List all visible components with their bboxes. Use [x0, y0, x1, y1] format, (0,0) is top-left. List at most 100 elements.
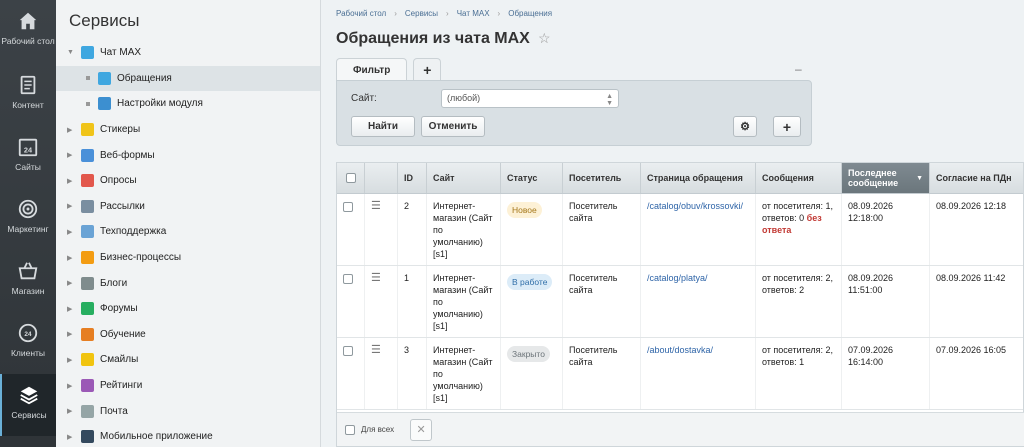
add-filter-button[interactable]: + [773, 116, 801, 137]
chevron-right-icon[interactable]: ▶ [67, 177, 77, 185]
table-row[interactable]: ☰ 3 Интернет-магазин (Сайт по умолчанию) [… [337, 338, 1023, 410]
column-header-visitor[interactable]: Посетитель [563, 163, 641, 193]
sidebar-item-label: Бизнес-процессы [100, 252, 182, 264]
rail-item-services[interactable]: Сервисы [0, 374, 56, 436]
chevron-right-icon[interactable]: ▶ [67, 330, 77, 338]
table-footer: Для всех ✕ [337, 412, 1024, 446]
site-select[interactable]: (любой) ▲ ▼ [441, 89, 619, 108]
breadcrumb-item-requests[interactable]: Обращения [508, 9, 552, 18]
sidebar-item[interactable]: ▶ Обучение [56, 322, 320, 348]
column-header-messages[interactable]: Сообщения [756, 163, 842, 193]
sidebar-item[interactable]: ▼ Чат MAX [56, 40, 320, 66]
cancel-button[interactable]: Отменить [421, 116, 485, 137]
rail-item-content[interactable]: Контент [0, 64, 56, 126]
row-checkbox[interactable] [343, 202, 353, 212]
breadcrumb-item-chat[interactable]: Чат MAX [457, 9, 490, 18]
cell-visitor: Посетитель сайта [563, 266, 641, 337]
breadcrumb-item-services[interactable]: Сервисы [405, 9, 438, 18]
add-tab-button[interactable]: + [413, 58, 442, 81]
sidebar-item[interactable]: ▶ Почта [56, 398, 320, 424]
chevron-right-icon[interactable]: ▶ [67, 279, 77, 287]
column-header-last-message[interactable]: Последнее сообщение ▼ [842, 163, 930, 193]
select-all-checkbox[interactable] [345, 173, 356, 183]
chevron-right-icon[interactable]: ▶ [67, 433, 77, 441]
module-icon [98, 97, 111, 111]
chevron-down-icon[interactable]: ▼ [67, 49, 77, 56]
main-content: Рабочий стол › Сервисы › Чат MAX › Обращ… [322, 0, 1024, 447]
chevron-right-icon[interactable]: ▶ [67, 126, 77, 134]
sidebar-item[interactable]: ▶ Веб-формы [56, 142, 320, 168]
column-header-consent[interactable]: Согласие на ПДн [930, 163, 1023, 193]
sidebar-item-label: Обучение [100, 328, 146, 340]
sidebar-item[interactable]: ▶ Форумы [56, 296, 320, 322]
chevron-right-icon[interactable]: ▶ [67, 228, 77, 236]
table-row[interactable]: ☰ 1 Интернет-магазин (Сайт по умолчанию) [… [337, 266, 1023, 338]
filter-settings-button[interactable]: ⚙ [733, 116, 757, 137]
sidebar-item-label: Стикеры [100, 124, 141, 136]
hamburger-icon[interactable]: ☰ [371, 344, 381, 356]
rail-item-desktop[interactable]: Рабочий стол [0, 0, 56, 64]
column-header-status[interactable]: Статус [501, 163, 563, 193]
filter-panel: Сайт: (любой) ▲ ▼ Найти Отменить ⚙ + [336, 80, 812, 146]
module-icon [81, 404, 94, 418]
rail-item-label: Сервисы [11, 410, 47, 420]
chevron-right-icon[interactable]: ▶ [67, 356, 77, 364]
document-icon [20, 75, 36, 95]
sidebar-item[interactable]: ▶ Мобильное приложение [56, 424, 320, 447]
column-header-page[interactable]: Страница обращения [641, 163, 756, 193]
breadcrumb-item-desktop[interactable]: Рабочий стол [336, 9, 386, 18]
column-header-site[interactable]: Сайт [427, 163, 501, 193]
sidebar-item[interactable]: ▶ Стикеры [56, 117, 320, 143]
gear-icon: ⚙ [740, 121, 750, 133]
chevron-right-icon[interactable]: ▶ [67, 151, 77, 159]
cell-messages: от посетителя: 2, ответов: 2 [756, 266, 842, 337]
basket-icon [18, 262, 38, 280]
home-icon [19, 12, 37, 30]
rail-item-sites[interactable]: 24 Сайты [0, 126, 56, 188]
layers-icon [20, 386, 38, 405]
sidebar-item[interactable]: ▶ Опросы [56, 168, 320, 194]
find-button[interactable]: Найти [351, 116, 415, 137]
sidebar-item[interactable]: ▶ Бизнес-процессы [56, 245, 320, 271]
table-row[interactable]: ☰ 2 Интернет-магазин (Сайт по умолчанию) [… [337, 194, 1023, 266]
chevron-right-icon[interactable]: ▶ [67, 305, 77, 313]
chevron-right-icon[interactable]: ▶ [67, 202, 77, 210]
cell-last-message: 08.09.2026 11:51:00 [842, 266, 930, 337]
row-checkbox[interactable] [343, 274, 353, 284]
site-label: Сайт: [351, 93, 377, 104]
sidebar-item[interactable]: ▶ Блоги [56, 270, 320, 296]
rail-item-label: Магазин [11, 286, 45, 296]
chevron-right-icon[interactable]: ▶ [67, 382, 77, 390]
rail-item-clients[interactable]: 24 Клиенты [0, 312, 56, 374]
hamburger-icon[interactable]: ☰ [371, 272, 381, 284]
sidebar-item[interactable]: Настройки модуля [56, 91, 320, 117]
cell-consent: 08.09.2026 12:18 [936, 201, 1007, 211]
rail-item-marketing[interactable]: Маркетинг [0, 188, 56, 250]
cell-page-link[interactable]: /about/dostavka/ [641, 338, 756, 409]
tab-filter[interactable]: Фильтр [336, 58, 408, 81]
cell-visitor: Посетитель сайта [563, 338, 641, 409]
sidebar-item[interactable]: ▶ Рейтинги [56, 373, 320, 399]
chevron-right-icon[interactable]: ▶ [67, 407, 77, 415]
sidebar-item[interactable]: ▶ Рассылки [56, 194, 320, 220]
column-header-id[interactable]: ID [398, 163, 427, 193]
breadcrumb-separator: › [497, 9, 501, 18]
chevron-right-icon[interactable]: ▶ [67, 254, 77, 262]
sidebar-item[interactable]: ▶ Смайлы [56, 347, 320, 373]
site-select-value: (любой) [447, 93, 481, 103]
sidebar-item[interactable]: ▶ Техподдержка [56, 219, 320, 245]
rail-item-shop[interactable]: Магазин [0, 250, 56, 312]
cell-page-link[interactable]: /catalog/obuv/krossovki/ [641, 194, 756, 265]
minimize-filter-button[interactable]: – [795, 62, 802, 76]
sidebar-item[interactable]: Обращения [56, 65, 320, 92]
row-checkbox[interactable] [343, 346, 353, 356]
cell-status: Закрыто [501, 338, 563, 409]
cell-page-link[interactable]: /catalog/platya/ [641, 266, 756, 337]
sidebar-item-label: Мобильное приложение [100, 431, 213, 443]
actions-column-header [365, 163, 398, 193]
hamburger-icon[interactable]: ☰ [371, 200, 381, 212]
cell-messages: от посетителя: 1, ответов: 0 без ответа [756, 194, 842, 265]
delete-button[interactable]: ✕ [410, 418, 433, 441]
for-all-checkbox[interactable] [345, 424, 355, 435]
star-icon[interactable]: ☆ [538, 30, 551, 47]
